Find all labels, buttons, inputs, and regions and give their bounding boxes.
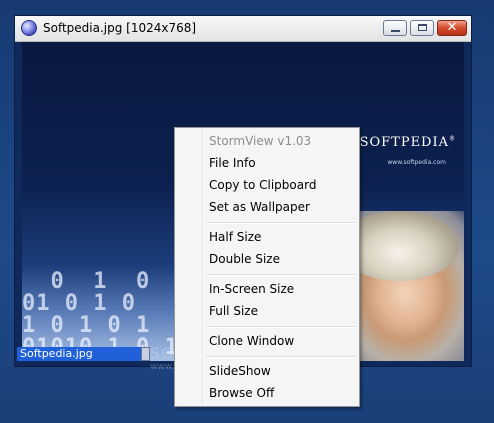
menu-header-version: StormView v1.03	[209, 134, 312, 148]
menu-item-file-info[interactable]: File Info	[209, 154, 256, 172]
menu-item-clone-window[interactable]: Clone Window	[209, 332, 294, 350]
filename-label[interactable]: Softpedia.jpg	[17, 347, 141, 361]
title-bar[interactable]: Softpedia.jpg [1024x768] ✕	[15, 16, 471, 42]
menu-item-set-as-wallpaper[interactable]: Set as Wallpaper	[209, 198, 310, 216]
menu-icon-gutter	[202, 130, 204, 404]
window-title: Softpedia.jpg [1024x768]	[43, 21, 197, 35]
close-button[interactable]: ✕	[437, 20, 467, 36]
maximize-icon	[418, 24, 427, 31]
minimize-button[interactable]	[383, 20, 407, 36]
filename-resize-handle[interactable]	[141, 347, 150, 361]
maximize-button[interactable]	[410, 20, 434, 36]
stormview-globe-icon[interactable]	[21, 20, 37, 36]
menu-item-browse-off[interactable]: Browse Off	[209, 384, 274, 402]
menu-item-in-screen-size[interactable]: In-Screen Size	[209, 280, 294, 298]
logo-text: SOFTPEDIA	[359, 135, 449, 150]
menu-item-full-size[interactable]: Full Size	[209, 302, 258, 320]
logo-url: www.softpedia.com	[387, 159, 446, 166]
context-menu: StormView v1.03 File Info Copy to Clipbo…	[174, 127, 360, 407]
close-icon: ✕	[446, 20, 458, 35]
menu-separator	[205, 274, 356, 276]
menu-item-copy-to-clipboard[interactable]: Copy to Clipboard	[209, 176, 316, 194]
menu-separator	[205, 356, 356, 358]
minimize-icon	[391, 30, 400, 32]
logo-mark: ®	[449, 135, 456, 143]
menu-separator	[205, 222, 356, 224]
menu-item-half-size[interactable]: Half Size	[209, 228, 261, 246]
menu-item-double-size[interactable]: Double Size	[209, 250, 280, 268]
softpedia-logo: SOFTPEDIA®	[360, 135, 456, 150]
menu-separator	[205, 326, 356, 328]
menu-item-slideshow[interactable]: SlideShow	[209, 362, 271, 380]
